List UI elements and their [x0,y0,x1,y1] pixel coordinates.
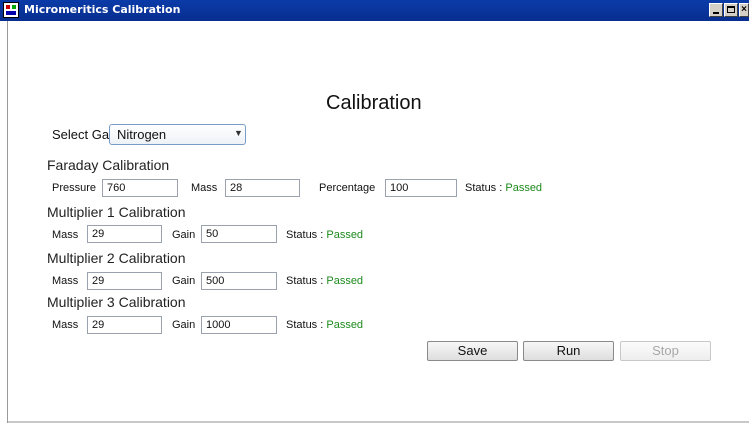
faraday-percentage-input[interactable]: 100 [385,179,457,197]
multiplier-2-calibration-title: Multiplier 2 Calibration [47,250,186,266]
maximize-icon [727,6,735,13]
status-value: Passed [326,229,364,241]
multiplier-3-calibration-title: Multiplier 3 Calibration [47,294,186,310]
multiplier-3-mass-input[interactable]: 29 [87,316,162,334]
multiplier-1-gain-input[interactable]: 50 [201,225,277,243]
gas-select[interactable]: Nitrogen ▼ [109,124,246,145]
multiplier-2-status: Status : Passed [286,275,363,287]
multiplier-3-gain-input[interactable]: 1000 [201,316,277,334]
status-label: Status : [286,319,324,331]
status-value: Passed [326,319,364,331]
faraday-percentage-label: Percentage [319,182,376,194]
status-label: Status : [286,229,324,241]
faraday-mass-input[interactable]: 28 [225,179,300,197]
multiplier-2-gain-input[interactable]: 500 [201,272,277,290]
window-titlebar[interactable]: Micromeritics Calibration × [0,0,749,21]
status-value: Passed [505,182,543,194]
faraday-pressure-input[interactable]: 760 [102,179,178,197]
select-gas-label: Select Gas [52,127,116,142]
window-title: Micromeritics Calibration [24,3,181,16]
multiplier-3-status: Status : Passed [286,319,363,331]
faraday-mass-label: Mass [191,182,218,194]
status-label: Status : [286,275,324,287]
faraday-pressure-label: Pressure [52,182,97,194]
multiplier-1-mass-label: Mass [52,229,79,241]
stop-button[interactable]: Stop [620,341,711,361]
close-button[interactable]: × [739,3,749,17]
window-left-border [0,21,8,423]
run-button[interactable]: Run [523,341,614,361]
gas-select-value: Nitrogen [117,127,167,142]
multiplier-1-calibration-title: Multiplier 1 Calibration [47,204,186,220]
chevron-down-icon: ▼ [234,128,243,138]
page-title: Calibration [326,92,422,114]
status-value: Passed [326,275,364,287]
multiplier-1-gain-label: Gain [172,229,196,241]
close-icon: × [741,4,747,15]
multiplier-3-gain-label: Gain [172,319,196,331]
multiplier-1-mass-input[interactable]: 29 [87,225,162,243]
multiplier-1-status: Status : Passed [286,229,363,241]
save-button[interactable]: Save [427,341,518,361]
multiplier-3-mass-label: Mass [52,319,79,331]
multiplier-2-gain-label: Gain [172,275,196,287]
maximize-button[interactable] [724,3,738,17]
faraday-calibration-title: Faraday Calibration [47,157,170,173]
status-label: Status : [465,182,503,194]
minimize-icon [713,12,719,14]
faraday-status: Status : Passed [465,182,542,194]
app-icon[interactable] [3,2,19,18]
minimize-button[interactable] [709,3,723,17]
multiplier-2-mass-label: Mass [52,275,79,287]
multiplier-2-mass-input[interactable]: 29 [87,272,162,290]
